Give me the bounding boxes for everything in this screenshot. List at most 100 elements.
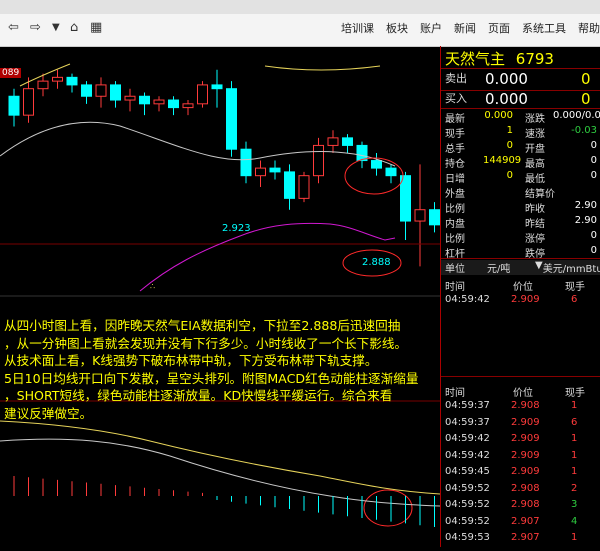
unit-row: 单位 元/吨 ▼ 美元/mmBtu (441, 260, 600, 275)
trades-header-2: 时间 价位 现手 (445, 388, 585, 399)
trade-row: 04:59:52 2.907 4 (441, 516, 600, 531)
candle-body (23, 88, 34, 116)
stat-value: 0 (506, 170, 513, 181)
menu-item-news[interactable]: 新闻 (454, 20, 476, 36)
trade-price: 2.909 (511, 449, 540, 461)
analysis-text: 从四小时图上看，因昨晚天然气EIA数据利空，下拉至2.888后迅速回抽 ，从一分… (4, 317, 440, 423)
trade-volume: 6 (571, 416, 578, 428)
trade-price: 2.909 (511, 294, 540, 305)
analysis-line: 从技术面上看，K线强势下破布林带中轨，下方受布林带下轨支撑。 (4, 353, 378, 369)
chevron-down-icon[interactable]: ▼ (52, 22, 60, 33)
menu-item-system-tools[interactable]: 系统工具 (522, 20, 566, 36)
stat-value: 0 (590, 230, 597, 241)
ask-row: 卖出 0.000 0 (445, 70, 591, 88)
bid-volume: 0 (581, 90, 591, 108)
trade-price: 2.908 (511, 499, 540, 510)
stat-label: 最高 (525, 159, 545, 170)
trade-volume: 1 (571, 400, 578, 411)
trade-row: 04:59:42 2.909 1 (441, 450, 600, 465)
forward-icon[interactable]: ⇨ (30, 20, 41, 35)
price-chart[interactable]: ∴ 089 2.923 2.888 (0, 46, 441, 547)
stat-value: 0.000/0.0 (553, 110, 600, 121)
stat-row: 日增 0 最低 0 (441, 170, 600, 185)
candle-body (255, 167, 266, 177)
stat-row: 内盘 昨结 2.90 (441, 215, 600, 230)
home-icon[interactable]: ⌂ (70, 20, 78, 35)
menu-bar: 培训课 板块 账户 新闻 页面 系统工具 帮助 (329, 20, 600, 36)
candle-body (66, 76, 78, 86)
grid-icon[interactable]: ▦ (90, 20, 102, 35)
instrument-code: 6793 (515, 50, 554, 68)
menu-item-help[interactable]: 帮助 (578, 20, 600, 36)
low-label-2: 2.888 (362, 257, 391, 268)
candle-body (95, 84, 107, 97)
stat-value: 0.000 (484, 110, 513, 121)
candle-body (52, 76, 63, 82)
trade-price: 2.909 (511, 416, 540, 428)
menu-item-account[interactable]: 账户 (420, 20, 442, 36)
trade-row: 04:59:52 2.908 3 (441, 499, 600, 514)
trade-price: 2.908 (511, 482, 540, 494)
candle-body (414, 209, 426, 222)
trade-price: 2.907 (511, 515, 540, 527)
stat-label: 比例 (445, 234, 465, 245)
stat-row: 比例 昨收 2.90 (441, 200, 600, 215)
candle-body (226, 88, 237, 150)
trade-row: 04:59:37 2.909 6 (441, 417, 600, 432)
toolbar: ⇦ ⇨ ▼ ⌂ ▦ 培训课 板块 账户 新闻 页面 系统工具 帮助 (0, 0, 600, 47)
candle-body (400, 175, 411, 222)
trade-volume: 4 (571, 515, 578, 527)
trade-row: 04:59:42 2.909 1 (441, 433, 600, 448)
stat-value: 1 (506, 125, 513, 136)
stat-label: 总手 (445, 144, 465, 155)
ask-volume: 0 (581, 70, 591, 88)
ask-price: 0.000 (485, 70, 528, 88)
macd-fast-line (0, 438, 441, 507)
macd-slow-line (0, 420, 441, 495)
trade-time: 04:59:42 (445, 449, 490, 461)
trade-time: 04:59:52 (445, 482, 490, 494)
trade-volume: 6 (571, 294, 578, 305)
menu-item-sector[interactable]: 板块 (386, 20, 408, 36)
trade-volume: 3 (571, 499, 578, 510)
highlight-ellipse-macd (363, 489, 413, 527)
candle-body (168, 99, 179, 109)
stat-value: 0 (590, 155, 597, 166)
stat-label: 涨停 (525, 234, 545, 245)
trade-volume: 1 (571, 532, 578, 543)
stat-value: 0 (590, 245, 597, 256)
candle-body (385, 167, 397, 177)
currency-dropdown[interactable]: ▼ 美元/mmBtu (535, 260, 600, 275)
trade-row: 04:59:45 2.909 1 (441, 466, 600, 481)
bid-row: 买入 0.000 0 (445, 90, 591, 108)
trade-price: 2.909 (511, 433, 540, 444)
stat-label: 速涨 (525, 129, 545, 140)
candle-body (240, 148, 252, 177)
trade-time: 04:59:42 (445, 433, 490, 444)
stat-value: 2.90 (574, 215, 597, 226)
bid-price: 0.000 (485, 90, 528, 108)
menu-item-page[interactable]: 页面 (488, 20, 510, 36)
trade-time: 04:59:52 (445, 499, 490, 510)
stat-label: 外盘 (445, 189, 465, 200)
candle-body (110, 84, 121, 101)
stat-label: 日增 (445, 174, 465, 185)
stat-label: 昨收 (525, 204, 545, 215)
trade-price: 2.909 (511, 466, 540, 477)
candle-body (313, 144, 324, 177)
back-icon[interactable]: ⇦ (8, 20, 19, 35)
stat-label: 最低 (525, 174, 545, 185)
trade-row: 04:59:53 2.907 1 (441, 532, 600, 547)
menu-item-training[interactable]: 培训课 (341, 20, 374, 36)
trade-row: 04:59:37 2.908 1 (441, 400, 600, 415)
candle-body (211, 84, 223, 90)
candle-body (8, 95, 20, 116)
stat-label: 最新 (445, 114, 465, 125)
trades-header: 时间 价位 现手 (445, 282, 585, 293)
stat-value: 144909 (483, 155, 522, 166)
left-price-tag: 089 (0, 68, 22, 78)
trade-volume: 1 (571, 449, 578, 461)
quote-panel: 天然气主 6793 卖出 0.000 0 买入 0.000 0 最新 0.000 涨… (440, 46, 600, 547)
trade-time: 04:59:53 (445, 532, 490, 543)
candle-body (342, 137, 353, 146)
